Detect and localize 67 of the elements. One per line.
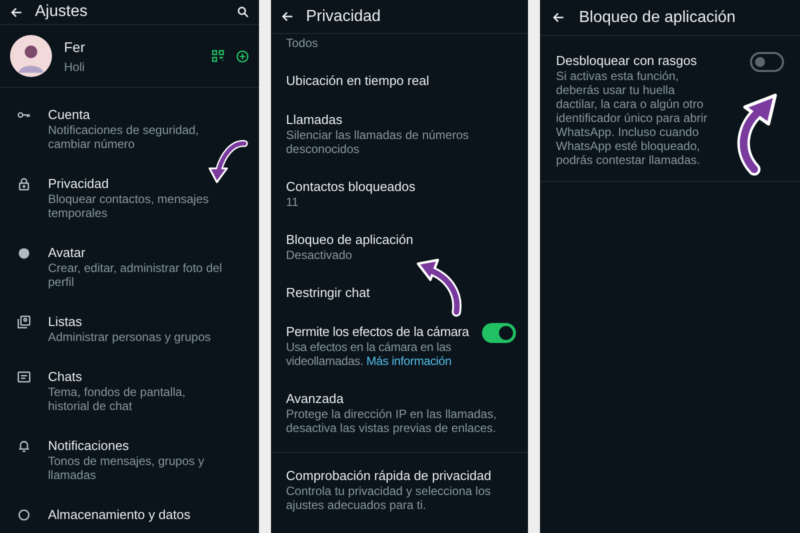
privacy-item[interactable]: Ubicación en tiempo real bbox=[271, 61, 528, 100]
back-icon[interactable] bbox=[281, 10, 294, 23]
add-icon[interactable] bbox=[236, 50, 249, 62]
screen-title: Ajustes bbox=[35, 2, 88, 22]
search-icon[interactable] bbox=[237, 6, 249, 18]
settings-item[interactable]: Cuenta Notificaciones de seguridad, cambiar número bbox=[0, 94, 259, 163]
item-title: Cuenta bbox=[48, 106, 91, 123]
item-subtitle: Silenciar las llamadas de números desconocidos bbox=[286, 128, 470, 156]
toggle-switch[interactable] bbox=[482, 323, 516, 343]
privacy-item[interactable]: Permite los efectos de la cámara Usa efectos en la cámara en las videollamadas. Más información bbox=[271, 312, 528, 379]
back-icon[interactable] bbox=[10, 6, 23, 18]
item-subtitle: 11 bbox=[286, 195, 300, 209]
settings-item[interactable]: Privacidad Bloquear contactos, mensajes temporales bbox=[0, 163, 259, 232]
item-title: Privacidad bbox=[48, 175, 110, 192]
settings-item[interactable]: Notificaciones Tonos de mensajes, grupos y llamadas bbox=[0, 425, 259, 494]
item-title: Llamadas bbox=[286, 111, 344, 128]
option-description: Si activas esta función, deberás usar tu huella dactilar, la cara o algún otro identificador único para abrir WhatsApp. Incluso cuando WhatsApp esté bloqueado, podrás contestar llamadas. bbox=[556, 69, 708, 167]
curved-arrow bbox=[416, 258, 462, 317]
screen-title: Bloqueo de aplicación bbox=[579, 8, 736, 28]
privacy-item[interactable]: Llamadas Silenciar las llamadas de números desconocidos bbox=[271, 100, 528, 167]
more-info-link[interactable]: Más información bbox=[366, 354, 452, 368]
item-title: Avanzada bbox=[286, 390, 345, 407]
avatar[interactable] bbox=[10, 35, 52, 77]
settings-item[interactable]: Almacenamiento y datos bbox=[0, 494, 259, 533]
privacy-item[interactable]: Avanzada Protege la dirección IP en las llamadas, desactiva las vistas previas de enlaces. bbox=[271, 379, 528, 446]
chat-icon bbox=[17, 370, 31, 384]
item-title: Contactos bloqueados bbox=[286, 178, 416, 195]
back-icon[interactable] bbox=[552, 11, 565, 24]
item-subtitle: Bloquear contactos, mensajes temporales bbox=[48, 192, 210, 220]
item-title: Permite los efectos de la cámara bbox=[286, 323, 470, 340]
profile-status: Holi bbox=[64, 58, 86, 76]
privacy-item[interactable]: Restringir chat bbox=[271, 273, 528, 312]
item-title: Notificaciones bbox=[48, 437, 130, 454]
item-subtitle: Controla tu privacidad y selecciona los ajustes adecuados para ti. bbox=[286, 484, 492, 512]
bell-icon bbox=[17, 439, 31, 453]
privacy-item[interactable]: Todos bbox=[271, 34, 528, 61]
curved-arrow bbox=[208, 140, 248, 184]
privacy-item[interactable]: Contactos bloqueados 11 bbox=[271, 167, 528, 220]
item-title: Bloqueo de aplicación bbox=[286, 231, 414, 248]
item-subtitle: Tonos de mensajes, grupos y llamadas bbox=[48, 454, 206, 482]
lock-icon bbox=[17, 177, 31, 191]
item-title: Comprobación rápida de privacidad bbox=[286, 467, 492, 484]
item-title: Listas bbox=[48, 313, 83, 330]
item-title: Ubicación en tiempo real bbox=[286, 72, 430, 89]
settings-item[interactable]: Chats Tema, fondos de pantalla, historial de chat bbox=[0, 356, 259, 425]
qr-code-icon[interactable] bbox=[212, 50, 224, 62]
item-subtitle: Usa efectos en la cámara en las videollamadas. Más información bbox=[286, 340, 452, 368]
settings-item[interactable]: Avatar Crear, editar, administrar foto del perfil bbox=[0, 232, 259, 301]
item-subtitle: Tema, fondos de pantalla, historial de chat bbox=[48, 385, 186, 413]
item-subtitle: Crear, editar, administrar foto del perfil bbox=[48, 261, 224, 289]
settings-item[interactable]: Listas Administrar personas y grupos bbox=[0, 301, 259, 356]
toggle-switch[interactable] bbox=[750, 52, 784, 72]
item-subtitle: Notificaciones de seguridad, cambiar número bbox=[48, 123, 200, 151]
lists-icon bbox=[17, 315, 31, 329]
item-title: Almacenamiento y datos bbox=[48, 506, 190, 523]
screen-title: Privacidad bbox=[306, 6, 381, 26]
profile-name: Fer bbox=[64, 38, 86, 56]
item-subtitle: Administrar personas y grupos bbox=[48, 330, 211, 344]
item-title: Chats bbox=[48, 368, 83, 385]
item-title: Avatar bbox=[48, 244, 86, 261]
option-title: Desbloquear con rasgos bbox=[556, 52, 698, 69]
privacy-item[interactable]: Bloqueo de aplicación Desactivado bbox=[271, 220, 528, 273]
item-subtitle: Todos bbox=[286, 36, 320, 50]
item-title: Restringir chat bbox=[286, 284, 371, 301]
item-subtitle: Protege la dirección IP en las llamadas, desactiva las vistas previas de enlaces. bbox=[286, 407, 498, 435]
item-subtitle: Desactivado bbox=[286, 248, 354, 262]
privacy-item[interactable]: Comprobación rápida de privacidad Controla tu privacidad y selecciona los ajustes adecuados para ti. bbox=[271, 452, 528, 526]
